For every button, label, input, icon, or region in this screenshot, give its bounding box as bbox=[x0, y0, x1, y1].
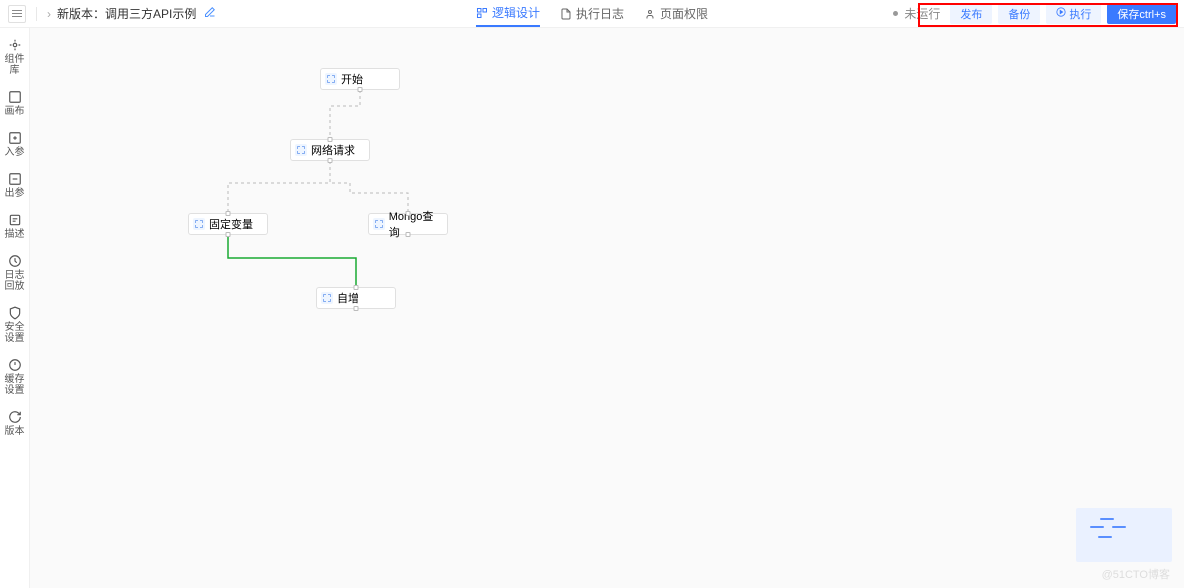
log-icon bbox=[560, 8, 572, 20]
rail-label: 出参 bbox=[5, 188, 25, 199]
components-icon bbox=[8, 38, 22, 52]
rail-cache[interactable]: 缓存设置 bbox=[0, 358, 29, 396]
rail-log-replay[interactable]: 日志回放 bbox=[0, 254, 29, 292]
node-mongo-query[interactable]: Mongo查询 bbox=[368, 213, 448, 235]
tab-label: 页面权限 bbox=[660, 5, 708, 22]
chevron-right-icon: › bbox=[47, 7, 51, 21]
rail-input-params[interactable]: 入参 bbox=[5, 131, 25, 158]
rail-label: 日志回放 bbox=[0, 270, 29, 292]
rail-components[interactable]: 组件库 bbox=[0, 38, 29, 76]
port-icon[interactable] bbox=[226, 232, 231, 237]
divider bbox=[36, 7, 37, 21]
top-bar: › 新版本：调用三方API示例 逻辑设计 执行日志 页面权限 未运行 发布 备份… bbox=[0, 0, 1184, 28]
port-icon[interactable] bbox=[226, 211, 231, 216]
node-label: 网络请求 bbox=[311, 142, 355, 158]
node-handle-icon bbox=[373, 218, 385, 230]
status-text: 未运行 bbox=[904, 5, 940, 22]
canvas-icon bbox=[8, 90, 22, 104]
tab-exec-log[interactable]: 执行日志 bbox=[560, 0, 624, 27]
node-handle-icon bbox=[325, 73, 337, 85]
connectors bbox=[30, 28, 1184, 588]
menu-toggle[interactable] bbox=[8, 5, 26, 23]
node-label: 固定变量 bbox=[209, 216, 253, 232]
rail-label: 入参 bbox=[5, 147, 25, 158]
design-icon bbox=[476, 7, 488, 19]
execute-label: 执行 bbox=[1069, 6, 1091, 22]
rail-label: 安全设置 bbox=[0, 322, 29, 344]
node-handle-icon bbox=[321, 292, 333, 304]
minimap[interactable] bbox=[1076, 508, 1172, 562]
canvas[interactable]: 开始 网络请求 固定变量 Mongo查询 自增 @51CTO博客 bbox=[30, 28, 1184, 588]
port-icon[interactable] bbox=[406, 211, 411, 216]
rail-canvas[interactable]: 画布 bbox=[5, 90, 25, 117]
tab-label: 执行日志 bbox=[576, 5, 624, 22]
tab-page-permission[interactable]: 页面权限 bbox=[644, 0, 708, 27]
node-increment[interactable]: 自增 bbox=[316, 287, 396, 309]
description-icon bbox=[8, 213, 22, 227]
node-fixed-variable[interactable]: 固定变量 bbox=[188, 213, 268, 235]
publish-button[interactable]: 发布 bbox=[950, 4, 992, 24]
tab-label: 逻辑设计 bbox=[492, 4, 540, 21]
tabs: 逻辑设计 执行日志 页面权限 bbox=[476, 0, 708, 27]
backup-button[interactable]: 备份 bbox=[998, 4, 1040, 24]
port-icon[interactable] bbox=[328, 137, 333, 142]
cache-icon bbox=[8, 358, 22, 372]
rail-label: 画布 bbox=[5, 106, 25, 117]
port-icon[interactable] bbox=[354, 306, 359, 311]
left-rail: 组件库 画布 入参 出参 描述 日志回放 安全设置 缓存设置 版本 bbox=[0, 28, 30, 588]
rail-label: 版本 bbox=[5, 426, 25, 437]
output-icon bbox=[8, 172, 22, 186]
edit-icon[interactable] bbox=[204, 6, 216, 21]
node-handle-icon bbox=[295, 144, 307, 156]
port-icon[interactable] bbox=[406, 232, 411, 237]
replay-icon bbox=[8, 254, 22, 268]
tab-logic-design[interactable]: 逻辑设计 bbox=[476, 0, 540, 27]
breadcrumb: 新版本：调用三方API示例 bbox=[57, 5, 196, 22]
rail-output-params[interactable]: 出参 bbox=[5, 172, 25, 199]
rail-description[interactable]: 描述 bbox=[5, 213, 25, 240]
execute-button[interactable]: 执行 bbox=[1046, 4, 1101, 24]
node-label: 自增 bbox=[337, 290, 359, 306]
rail-security[interactable]: 安全设置 bbox=[0, 306, 29, 344]
rail-label: 组件库 bbox=[0, 54, 29, 76]
node-network-request[interactable]: 网络请求 bbox=[290, 139, 370, 161]
status-indicator bbox=[893, 11, 898, 16]
watermark: @51CTO博客 bbox=[1102, 566, 1170, 582]
header-actions: 未运行 发布 备份 执行 保存ctrl+s bbox=[893, 4, 1176, 24]
permission-icon bbox=[644, 8, 656, 20]
port-icon[interactable] bbox=[354, 285, 359, 290]
port-icon[interactable] bbox=[358, 87, 363, 92]
node-label: Mongo查询 bbox=[389, 208, 443, 240]
node-handle-icon bbox=[193, 218, 205, 230]
port-icon[interactable] bbox=[328, 158, 333, 163]
rail-version[interactable]: 版本 bbox=[5, 410, 25, 437]
shield-icon bbox=[8, 306, 22, 320]
save-button[interactable]: 保存ctrl+s bbox=[1107, 4, 1176, 24]
rail-label: 描述 bbox=[5, 229, 25, 240]
node-label: 开始 bbox=[341, 71, 363, 87]
play-icon bbox=[1056, 7, 1066, 20]
node-start[interactable]: 开始 bbox=[320, 68, 400, 90]
rail-label: 缓存设置 bbox=[0, 374, 29, 396]
input-icon bbox=[8, 131, 22, 145]
version-icon bbox=[8, 410, 22, 424]
